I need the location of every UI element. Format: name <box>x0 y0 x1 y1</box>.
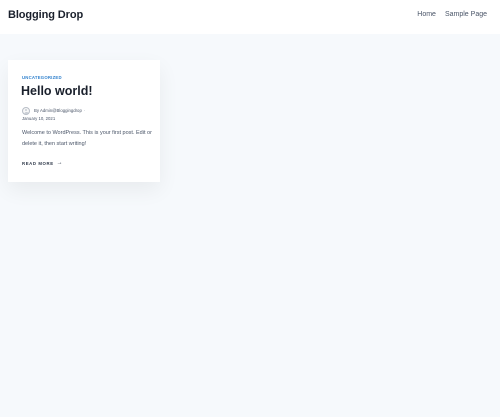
post-date: January 10, 2021 <box>22 116 56 121</box>
read-more-link[interactable]: READ MORE → <box>22 160 63 166</box>
post-title[interactable]: Hello world! <box>21 84 93 98</box>
post-author-line: By Admin@Bloggingdrop <box>34 108 82 113</box>
post-meta: By Admin@Bloggingdrop · <box>22 106 85 115</box>
meta-separator: · <box>83 108 86 113</box>
post-category-link[interactable]: UNCATEGORIZED <box>22 75 62 80</box>
main-nav: Home Sample Page <box>417 11 487 18</box>
read-more-label: READ MORE <box>22 160 54 166</box>
arrow-right-icon: → <box>56 160 64 166</box>
site-header: Blogging Drop Home Sample Page <box>0 0 500 34</box>
author-avatar-icon <box>22 106 30 115</box>
post-card: UNCATEGORIZED Hello world! By Admin@Blog… <box>8 60 160 182</box>
nav-sample-page[interactable]: Sample Page <box>445 11 487 18</box>
nav-home[interactable]: Home <box>417 11 436 18</box>
site-title[interactable]: Blogging Drop <box>8 9 83 21</box>
post-excerpt: Welcome to WordPress. This is your first… <box>22 130 152 147</box>
post-author-link[interactable]: By Admin@Bloggingdrop <box>34 108 82 113</box>
